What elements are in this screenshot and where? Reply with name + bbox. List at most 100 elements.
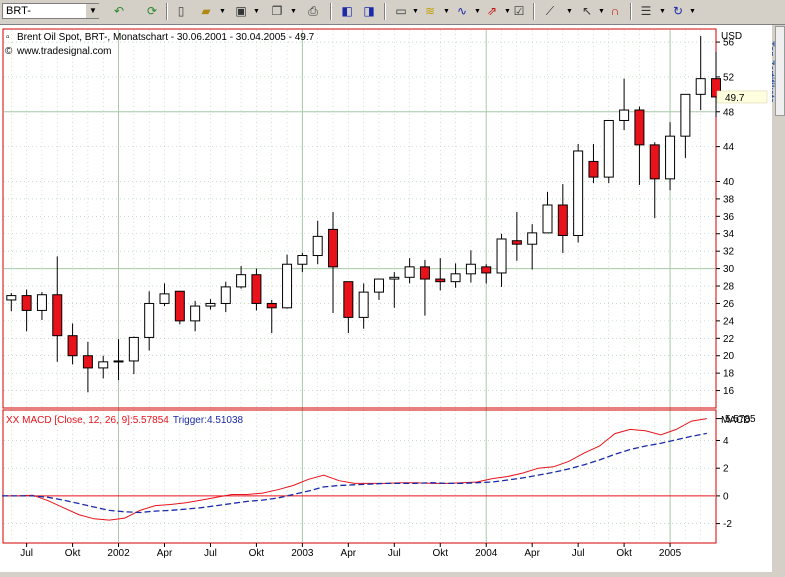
chart-svg[interactable]: 161820222426283032343638404448525649.7-2… <box>0 25 772 572</box>
macd-series-macd <box>2 418 707 521</box>
rotate-icon[interactable]: ↻ <box>669 3 687 20</box>
copyright-icon: © <box>5 46 13 57</box>
candle-body <box>465 263 476 275</box>
candle-body <box>21 295 32 311</box>
toolbar: BRT- ▼ ↶ ⟳ ▯ ▰ ▼ ▣ ▼ ❐ ▼ ⎙ ◧ ◨ ▭ ▼ ≋ ▼ ∿… <box>0 0 785 25</box>
candle-body <box>282 263 293 309</box>
candle-body <box>312 235 323 257</box>
x-tick-label: 2003 <box>291 548 314 559</box>
price-tick-label: 44 <box>723 142 735 153</box>
indicator-icon[interactable]: ≋ <box>421 3 439 20</box>
price-tick-label: 34 <box>723 229 735 240</box>
price-tick-label: 16 <box>723 386 735 397</box>
properties-icon[interactable]: ☑ <box>510 3 528 20</box>
draw-tool-icon[interactable]: ⇗ <box>483 3 501 20</box>
candle-body <box>220 286 231 304</box>
x-tick-label: Okt <box>65 548 81 559</box>
copy-icon[interactable]: ❐ <box>268 3 286 20</box>
open-folder-icon[interactable]: ▰ <box>197 3 215 20</box>
candle-body <box>481 266 492 274</box>
macd-tick-label: 0 <box>723 491 729 502</box>
candle-body <box>67 335 78 357</box>
window-icon[interactable]: ▭ <box>392 3 410 20</box>
price-tick-label: 40 <box>723 177 735 188</box>
x-tick-label: Jul <box>20 548 33 559</box>
candle-body <box>82 355 93 369</box>
candle-body <box>36 294 47 311</box>
new-document-icon[interactable]: ▯ <box>172 3 190 20</box>
notes-icon[interactable]: ☰ <box>637 3 655 20</box>
last-price-label: 49.7 <box>725 93 745 104</box>
trigger-label: Trigger:4.51038 <box>173 415 244 426</box>
save-dropdown-icon[interactable]: ▼ <box>253 3 260 20</box>
crosshair-dropdown-icon[interactable]: ▼ <box>566 3 573 20</box>
candle-body <box>450 273 461 283</box>
price-tick-label: 38 <box>723 194 735 205</box>
candle-body <box>680 93 691 137</box>
candle-body <box>174 290 185 322</box>
toolbar-separator <box>533 3 535 20</box>
chart-area[interactable]: 16 18 20 22 24 26 28 30 32 34 36 38 40 44 48 52 56 49.7 -2… <box>0 25 772 572</box>
candle-body <box>128 336 139 362</box>
line-dropdown-icon[interactable]: ▼ <box>474 3 481 20</box>
open-dropdown-icon[interactable]: ▼ <box>219 3 226 20</box>
line-tool-icon[interactable]: ∿ <box>453 3 471 20</box>
candle-body <box>496 238 507 274</box>
candle-body <box>144 302 155 338</box>
grid-layer <box>4 30 717 542</box>
macd-layer <box>2 418 707 521</box>
copy-dropdown-icon[interactable]: ▼ <box>290 3 297 20</box>
price-tick-label: 48 <box>723 107 735 118</box>
candle-body <box>113 360 124 363</box>
toolbar-separator <box>630 3 632 20</box>
chevron-down-icon[interactable]: ▼ <box>85 4 100 18</box>
print-icon[interactable]: ⎙ <box>304 3 322 20</box>
macd-panel-frame <box>2 409 717 544</box>
price-tick-label: 20 <box>723 351 735 362</box>
macd-tick-label: -2 <box>723 519 732 530</box>
side-tab[interactable]: Top-Zertifikate <box>766 26 785 116</box>
macd-tick-label: 4 <box>723 436 729 447</box>
candle-body <box>527 232 538 245</box>
rotate-dropdown-icon[interactable]: ▼ <box>689 3 696 20</box>
price-tick-label: 52 <box>723 72 735 83</box>
chart-prev-icon[interactable]: ◧ <box>338 3 356 20</box>
save-icon[interactable]: ▣ <box>232 3 250 20</box>
x-tick-label: 2004 <box>475 548 498 559</box>
x-tick-label: 2002 <box>107 548 130 559</box>
x-tick-label: Jul <box>388 548 401 559</box>
candle-body <box>343 281 354 318</box>
price-panel-frame <box>2 28 717 409</box>
magnet-icon[interactable]: ∩ <box>606 3 624 20</box>
legend-marker-icon: ▫ <box>6 32 10 43</box>
candle-body <box>98 361 109 369</box>
candle-body <box>419 266 430 280</box>
candle-body <box>634 109 645 146</box>
toolbar-separator <box>330 3 332 20</box>
candle-body <box>373 278 384 293</box>
candle-body <box>6 295 17 301</box>
toolbar-separator <box>384 3 386 20</box>
x-tick-label: Okt <box>616 548 632 559</box>
candle-body <box>619 109 630 121</box>
indicator-dropdown-icon[interactable]: ▼ <box>443 3 450 20</box>
yaxis-unit: USD <box>721 31 742 42</box>
notes-dropdown-icon[interactable]: ▼ <box>659 3 666 20</box>
x-tick-label: Apr <box>341 548 357 559</box>
cursor-icon[interactable]: ↖ <box>578 3 596 20</box>
cursor-dropdown-icon[interactable]: ▼ <box>598 3 605 20</box>
x-tick-label: Apr <box>157 548 173 559</box>
macd-tick-label: 2 <box>723 464 729 475</box>
candle-body <box>603 119 614 178</box>
price-tick-label: 26 <box>723 299 735 310</box>
x-tick-label: Okt <box>249 548 265 559</box>
window-dropdown-icon[interactable]: ▼ <box>412 3 419 20</box>
candle-body <box>236 274 247 288</box>
undo-arrow-icon[interactable]: ↶ <box>110 3 128 20</box>
crosshair-icon[interactable]: ⟋ <box>541 3 559 20</box>
chart-next-icon[interactable]: ◨ <box>360 3 378 20</box>
candle-body <box>159 293 170 304</box>
refresh-icon[interactable]: ⟳ <box>143 3 161 20</box>
price-tick-label: 28 <box>723 282 735 293</box>
candle-body <box>389 276 400 280</box>
